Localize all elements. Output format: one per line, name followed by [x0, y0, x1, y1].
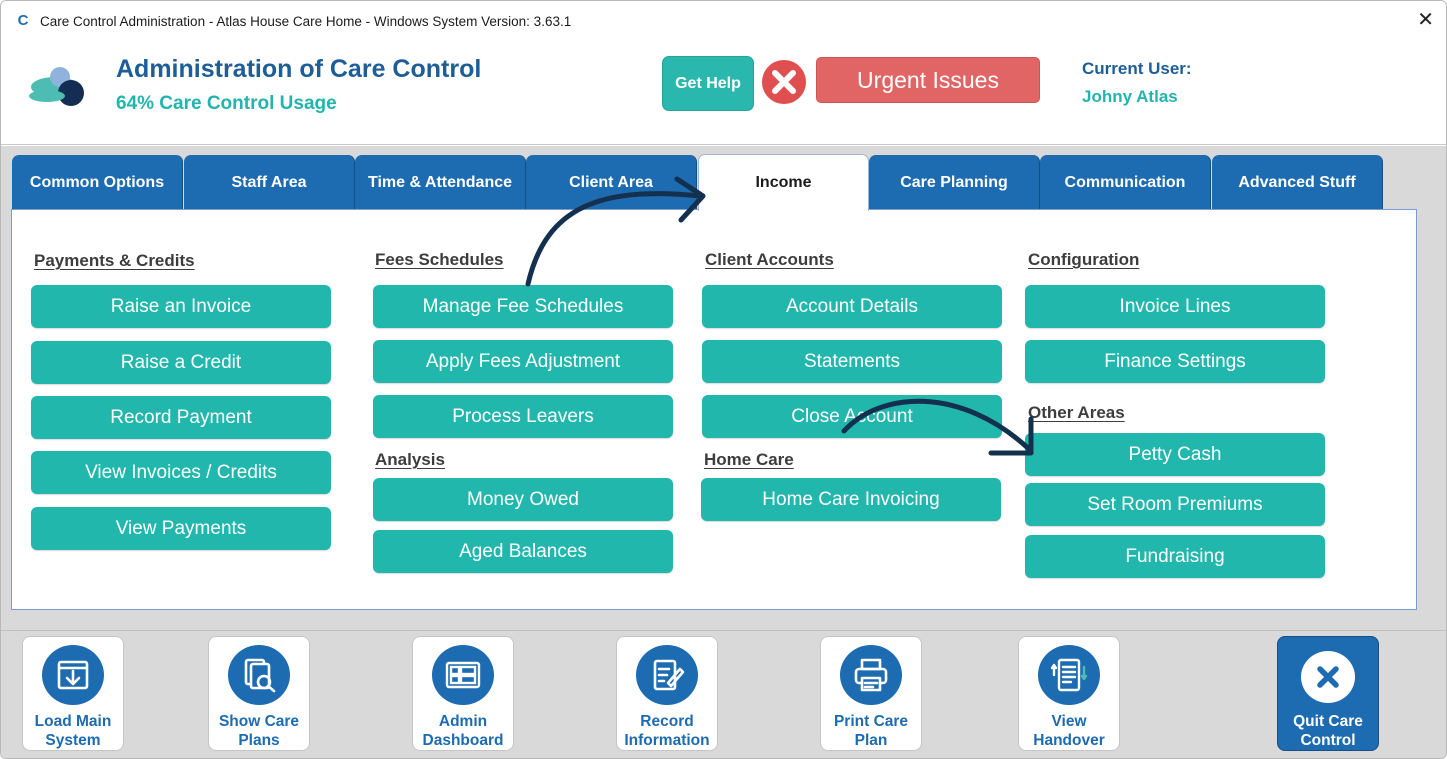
edit-document-icon — [636, 645, 698, 705]
section-title-payments: Payments & Credits — [34, 251, 195, 270]
apply-fees-adjustment-button[interactable]: Apply Fees Adjustment — [373, 340, 673, 383]
fundraising-button[interactable]: Fundraising — [1025, 535, 1325, 578]
get-help-button[interactable]: Get Help — [662, 56, 754, 111]
finance-settings-button[interactable]: Finance Settings — [1025, 340, 1325, 383]
section-title-fees: Fees Schedules — [375, 250, 504, 269]
close-circle-icon — [1301, 651, 1355, 703]
section-title-analysis: Analysis — [375, 450, 445, 469]
toolbar-label-line2: System — [45, 732, 101, 749]
process-leavers-button[interactable]: Process Leavers — [373, 395, 673, 438]
toolbar-label-line2: Dashboard — [422, 732, 504, 749]
record-payment-button[interactable]: Record Payment — [31, 396, 331, 439]
show-care-plans-button[interactable]: Show Care Plans — [208, 636, 310, 751]
toolbar-label-line1: Load Main — [34, 713, 112, 730]
aged-balances-button[interactable]: Aged Balances — [373, 530, 673, 573]
home-care-invoicing-button[interactable]: Home Care Invoicing — [701, 478, 1001, 521]
toolbar-label-line2: Control — [1300, 732, 1356, 749]
toolbar-label-line1: Print Care — [833, 713, 909, 730]
print-care-plan-button[interactable]: Print Care Plan — [820, 636, 922, 751]
view-invoices-credits-button[interactable]: View Invoices / Credits — [31, 451, 331, 494]
current-user-label: Current User: — [1082, 59, 1192, 78]
raise-invoice-button[interactable]: Raise an Invoice — [31, 285, 331, 328]
manage-fee-schedules-button[interactable]: Manage Fee Schedules — [373, 285, 673, 328]
petty-cash-button[interactable]: Petty Cash — [1025, 433, 1325, 476]
download-tray-icon — [42, 645, 104, 705]
tab-staff-area[interactable]: Staff Area — [184, 155, 355, 210]
tab-client-area[interactable]: Client Area — [526, 155, 697, 210]
close-window-icon[interactable]: ✕ — [1417, 9, 1434, 31]
money-owed-button[interactable]: Money Owed — [373, 478, 673, 521]
handover-list-icon — [1038, 645, 1100, 705]
toolbar-label-line1: Show Care — [218, 713, 300, 730]
income-panel: Payments & Credits Raise an Invoice Rais… — [11, 209, 1417, 610]
tab-communication[interactable]: Communication — [1040, 155, 1211, 210]
document-search-icon — [228, 645, 290, 705]
tab-time-attendance[interactable]: Time & Attendance — [355, 155, 526, 210]
title-bar: C Care Control Administration - Atlas Ho… — [1, 1, 1446, 41]
current-user-name: Johny Atlas — [1082, 87, 1178, 106]
usage-stat: 64% Care Control Usage — [116, 93, 337, 114]
app-header: Administration of Care Control 64% Care … — [1, 41, 1446, 145]
toolbar-label-line1: Admin — [438, 713, 488, 730]
toolbar-label-line2: Plans — [238, 732, 280, 749]
toolbar-label-line1: View — [1051, 713, 1087, 730]
tab-common-options[interactable]: Common Options — [12, 155, 183, 210]
urgent-issues-button[interactable]: Urgent Issues — [816, 57, 1040, 103]
toolbar-label-line2: Plan — [854, 732, 888, 749]
care-control-logo-icon — [29, 67, 84, 106]
app-window: C Care Control Administration - Atlas Ho… — [0, 0, 1447, 759]
section-title-other-areas: Other Areas — [1028, 403, 1125, 422]
app-logo-icon: C — [17, 12, 29, 29]
quit-care-control-button[interactable]: Quit Care Control — [1277, 636, 1379, 751]
tab-advanced-stuff[interactable]: Advanced Stuff — [1212, 155, 1383, 210]
load-main-system-button[interactable]: Load Main System — [22, 636, 124, 751]
raise-credit-button[interactable]: Raise a Credit — [31, 341, 331, 384]
view-payments-button[interactable]: View Payments — [31, 507, 331, 550]
close-account-button[interactable]: Close Account — [702, 395, 1002, 438]
invoice-lines-button[interactable]: Invoice Lines — [1025, 285, 1325, 328]
window-title: Care Control Administration - Atlas Hous… — [40, 13, 572, 29]
page-title: Administration of Care Control — [116, 55, 482, 83]
admin-dashboard-button[interactable]: Admin Dashboard — [412, 636, 514, 751]
toolbar-label-line1: Quit Care — [1293, 713, 1363, 730]
view-handover-button[interactable]: View Handover — [1018, 636, 1120, 751]
urgent-close-icon[interactable] — [761, 59, 807, 105]
section-title-client-accounts: Client Accounts — [705, 250, 834, 269]
set-room-premiums-button[interactable]: Set Room Premiums — [1025, 483, 1325, 526]
toolbar-label-line2: Information — [624, 732, 710, 749]
section-title-home-care: Home Care — [704, 450, 794, 469]
tab-income[interactable]: Income — [698, 154, 869, 211]
record-information-button[interactable]: Record Information — [616, 636, 718, 751]
dashboard-grid-icon — [432, 645, 494, 705]
printer-icon — [840, 645, 902, 705]
tab-care-planning[interactable]: Care Planning — [869, 155, 1040, 210]
section-title-configuration: Configuration — [1028, 250, 1140, 269]
statements-button[interactable]: Statements — [702, 340, 1002, 383]
toolbar-label-line1: Record — [640, 713, 694, 730]
toolbar-label-line2: Handover — [1033, 732, 1105, 749]
account-details-button[interactable]: Account Details — [702, 285, 1002, 328]
